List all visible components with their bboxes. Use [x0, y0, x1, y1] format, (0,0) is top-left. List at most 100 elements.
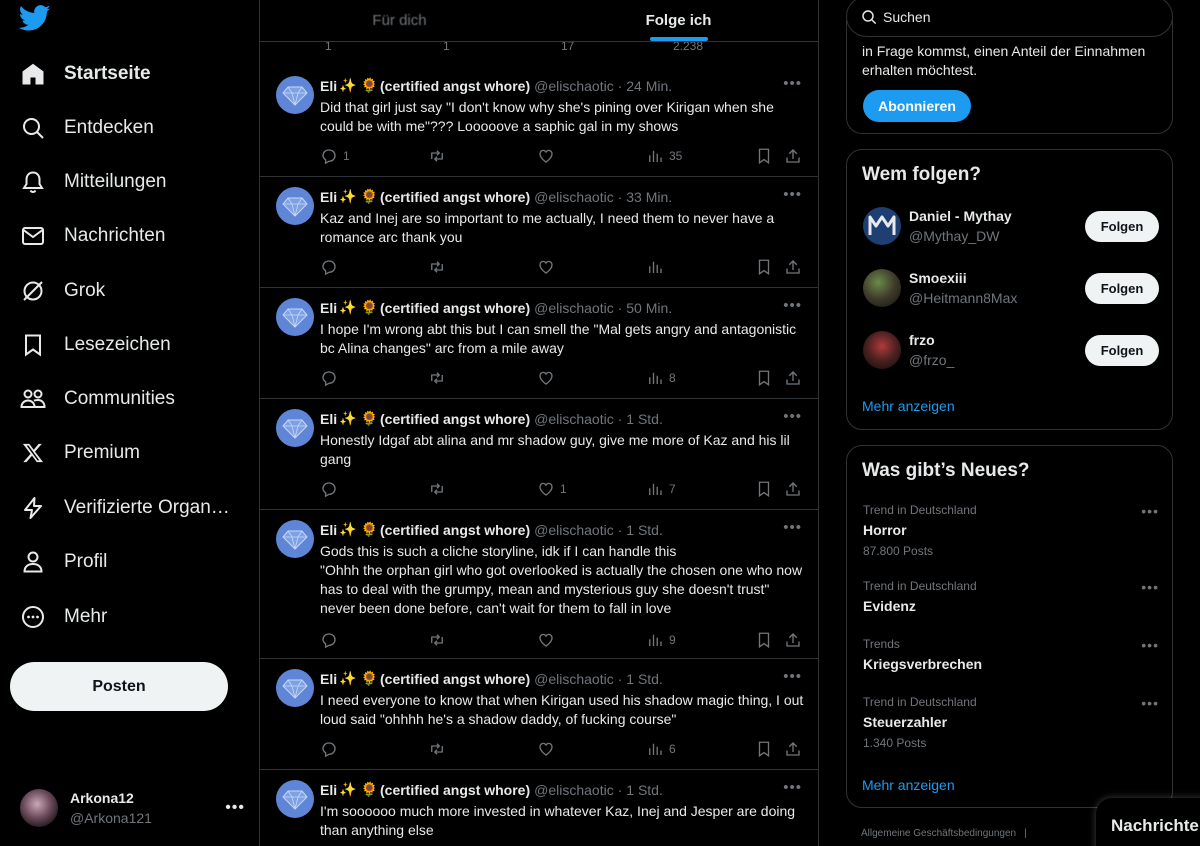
views-button[interactable]: 9: [646, 630, 676, 650]
tweet[interactable]: Eli ✨ 🌻 (certified angst whore) @elischaotic…: [260, 177, 818, 288]
like-button[interactable]: 1: [537, 479, 567, 499]
bookmark-button[interactable]: [755, 630, 773, 650]
tweet-time[interactable]: · 33 Min.: [618, 189, 672, 205]
tweet[interactable]: Eli ✨ 🌻 (certified angst whore) @elischaotic…: [260, 770, 818, 846]
trend-more-icon[interactable]: •••: [1141, 503, 1159, 519]
trend-more-icon[interactable]: •••: [1141, 637, 1159, 653]
follow-suggestion[interactable]: Smoexiii @Heitmann8Max Folgen: [863, 266, 1159, 310]
author-name-tail[interactable]: (certified angst whore): [380, 300, 530, 316]
more-icon[interactable]: •••: [783, 186, 802, 203]
author-name[interactable]: Eli: [320, 782, 337, 798]
subscribe-button[interactable]: Abonnieren: [863, 90, 971, 122]
messages-drawer[interactable]: Nachrichten: [1096, 798, 1200, 846]
views-button[interactable]: 6: [646, 739, 676, 759]
tweet[interactable]: Eli ✨ 🌻 (certified angst whore) @elischaotic…: [260, 399, 818, 510]
more-icon[interactable]: •••: [783, 668, 802, 685]
more-icon[interactable]: •••: [783, 519, 802, 536]
tweet-avatar[interactable]: [276, 409, 314, 447]
tweet[interactable]: Eli ✨ 🌻 (certified angst whore) @elischaotic…: [260, 510, 818, 659]
like-button[interactable]: [537, 257, 560, 277]
tweet-time[interactable]: · 1 Std.: [618, 522, 663, 538]
like-button[interactable]: [537, 630, 560, 650]
twitter-bird-logo[interactable]: [18, 2, 52, 34]
trend-more-icon[interactable]: •••: [1141, 695, 1159, 711]
retweet-button[interactable]: [428, 630, 451, 650]
show-more-link[interactable]: Mehr anzeigen: [862, 777, 955, 793]
share-button[interactable]: [784, 630, 802, 650]
like-button[interactable]: [537, 146, 560, 166]
retweet-button[interactable]: [428, 479, 451, 499]
tweet-avatar[interactable]: [276, 520, 314, 558]
like-button[interactable]: [537, 739, 560, 759]
retweet-button[interactable]: [428, 257, 451, 277]
views-button[interactable]: 35: [646, 146, 682, 166]
nav-notifications[interactable]: Mitteilungen: [20, 162, 166, 202]
follow-button[interactable]: Folgen: [1085, 272, 1159, 304]
author-handle[interactable]: @elischaotic: [534, 189, 614, 205]
tab-for-you[interactable]: Für dich: [260, 0, 539, 41]
views-button[interactable]: [646, 257, 669, 277]
tweet[interactable]: Eli ✨ 🌻 (certified angst whore) @elischaotic…: [260, 288, 818, 399]
author-handle[interactable]: @elischaotic: [534, 411, 614, 427]
account-switcher[interactable]: Arkona12 @Arkona121 •••: [20, 786, 245, 830]
tweet-avatar[interactable]: [276, 669, 314, 707]
post-button[interactable]: Posten: [10, 662, 228, 711]
retweet-button[interactable]: [428, 739, 451, 759]
follow-suggestion[interactable]: Daniel - Mythay @Mythay_DW Folgen: [863, 204, 1159, 248]
bookmark-button[interactable]: [755, 146, 773, 166]
follow-button[interactable]: Folgen: [1085, 334, 1159, 366]
trend-item[interactable]: Trend in Deutschland Horror 87.800 Posts…: [863, 503, 1159, 558]
show-more-link[interactable]: Mehr anzeigen: [862, 398, 955, 414]
author-name-tail[interactable]: (certified angst whore): [380, 522, 530, 538]
author-name[interactable]: Eli: [320, 189, 337, 205]
trend-more-icon[interactable]: •••: [1141, 579, 1159, 595]
reply-button[interactable]: [320, 479, 343, 499]
more-icon[interactable]: •••: [783, 297, 802, 314]
more-icon[interactable]: •••: [783, 779, 802, 796]
tab-following[interactable]: Folge ich: [539, 0, 818, 41]
tweet-avatar[interactable]: [276, 187, 314, 225]
reply-button[interactable]: [320, 739, 343, 759]
share-button[interactable]: [784, 479, 802, 499]
author-name-tail[interactable]: (certified angst whore): [380, 78, 530, 94]
terms-link[interactable]: Allgemeine Geschäftsbedingungen: [861, 828, 1016, 839]
bookmark-button[interactable]: [755, 368, 773, 388]
author-handle[interactable]: @elischaotic: [534, 300, 614, 316]
retweet-button[interactable]: [428, 146, 451, 166]
nav-more[interactable]: Mehr: [20, 597, 107, 637]
bookmark-button[interactable]: [755, 739, 773, 759]
nav-profile[interactable]: Profil: [20, 542, 107, 582]
tweet[interactable]: Eli ✨ 🌻 (certified angst whore) @elischaotic…: [260, 659, 818, 770]
nav-messages[interactable]: Nachrichten: [20, 216, 165, 256]
nav-communities[interactable]: Communities: [20, 379, 175, 419]
tweet-time[interactable]: · 1 Std.: [618, 411, 663, 427]
share-button[interactable]: [784, 146, 802, 166]
nav-explore[interactable]: Entdecken: [20, 108, 154, 148]
trend-item[interactable]: Trend in Deutschland Steuerzahler 1.340 …: [863, 695, 1159, 750]
share-button[interactable]: [784, 739, 802, 759]
author-handle[interactable]: @elischaotic: [534, 78, 614, 94]
reply-button[interactable]: [320, 257, 343, 277]
author-name-tail[interactable]: (certified angst whore): [380, 411, 530, 427]
author-name[interactable]: Eli: [320, 411, 337, 427]
tweet-avatar[interactable]: [276, 298, 314, 336]
trend-item[interactable]: Trends Kriegsverbrechen •••: [863, 637, 1159, 672]
share-button[interactable]: [784, 257, 802, 277]
bookmark-button[interactable]: [755, 257, 773, 277]
follow-button[interactable]: Folgen: [1085, 210, 1159, 242]
views-button[interactable]: 8: [646, 368, 676, 388]
nav-grok[interactable]: Grok: [20, 271, 105, 311]
author-name[interactable]: Eli: [320, 78, 337, 94]
author-name-tail[interactable]: (certified angst whore): [380, 782, 530, 798]
reply-button[interactable]: [320, 368, 343, 388]
nav-premium[interactable]: Premium: [20, 433, 140, 473]
nav-verified-orgs[interactable]: Verifizierte Organ…: [20, 488, 230, 528]
tweet-time[interactable]: · 1 Std.: [618, 671, 663, 687]
author-handle[interactable]: @elischaotic: [534, 522, 614, 538]
author-name[interactable]: Eli: [320, 671, 337, 687]
tweet-time[interactable]: · 24 Min.: [618, 78, 672, 94]
author-name-tail[interactable]: (certified angst whore): [380, 671, 530, 687]
more-icon[interactable]: •••: [783, 75, 802, 92]
retweet-button[interactable]: [428, 368, 451, 388]
more-icon[interactable]: •••: [783, 408, 802, 425]
